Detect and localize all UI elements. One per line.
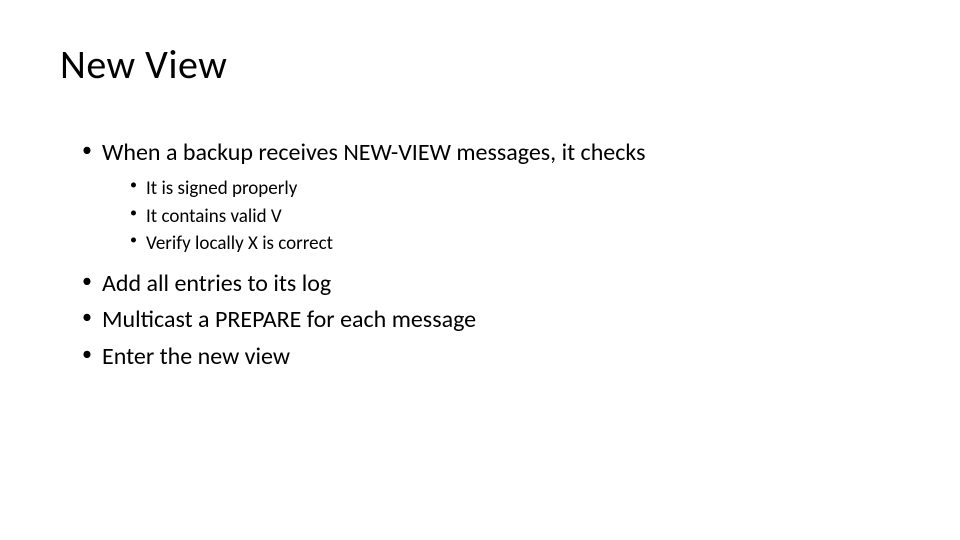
list-item: Enter the new view bbox=[82, 341, 900, 373]
list-item: Multicast a PREPARE for each message bbox=[82, 304, 900, 336]
bullet-text: When a backup receives NEW-VIEW messages… bbox=[102, 138, 645, 167]
bullet-text: It is signed properly bbox=[146, 177, 297, 200]
list-item: Add all entries to its log bbox=[82, 268, 900, 300]
slide-title: New View bbox=[60, 40, 900, 89]
bullet-text: Enter the new view bbox=[102, 342, 290, 371]
bullet-list-level1: When a backup receives NEW-VIEW messages… bbox=[60, 137, 900, 373]
list-item: Verify locally X is correct bbox=[130, 230, 900, 258]
bullet-text: Multicast a PREPARE for each message bbox=[102, 305, 476, 334]
list-item: It is signed properly bbox=[130, 175, 900, 203]
list-item: When a backup receives NEW-VIEW messages… bbox=[82, 137, 900, 258]
bullet-text: It contains valid V bbox=[146, 205, 282, 228]
bullet-text: Add all entries to its log bbox=[102, 269, 331, 298]
list-item: It contains valid V bbox=[130, 203, 900, 231]
bullet-text: Verify locally X is correct bbox=[146, 232, 333, 255]
bullet-list-level2: It is signed properly It contains valid … bbox=[102, 175, 900, 258]
